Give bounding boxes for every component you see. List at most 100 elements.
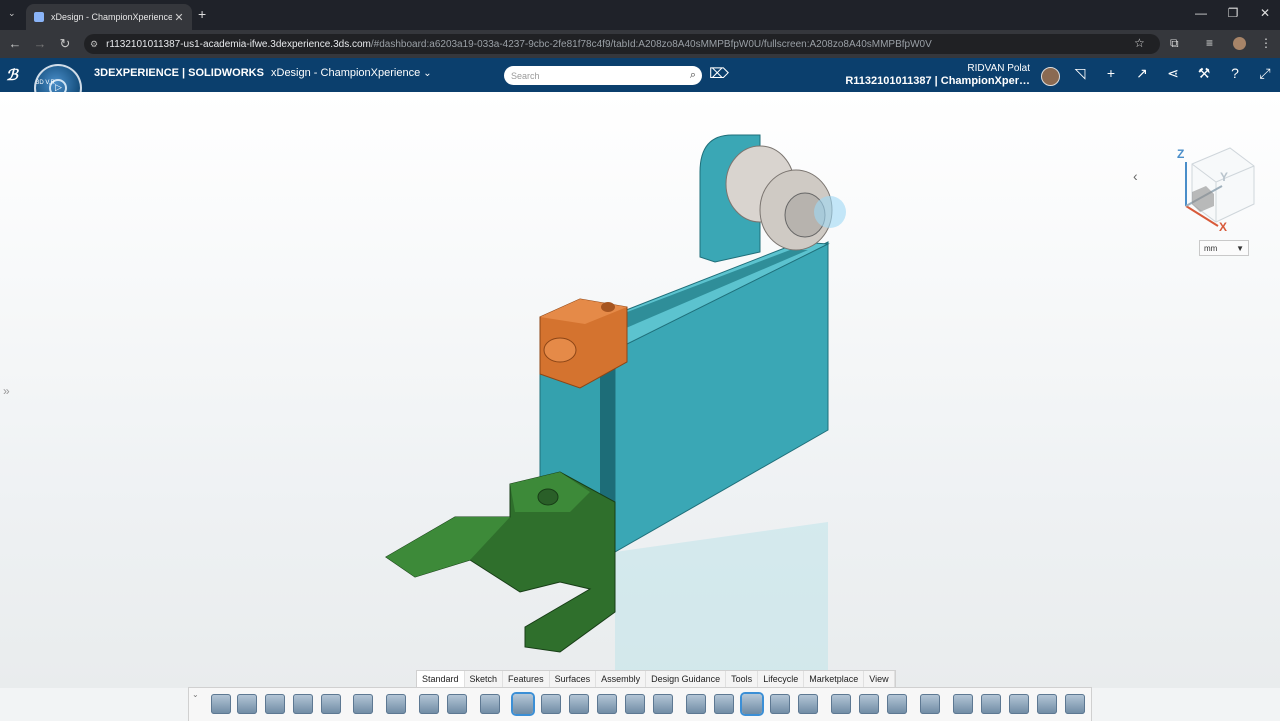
tab-sketch[interactable]: Sketch	[465, 671, 504, 688]
measure-icon[interactable]	[770, 694, 790, 714]
tab-features[interactable]: Features	[503, 671, 550, 688]
action-bar: ⌄	[188, 687, 1092, 721]
search-input[interactable]: Search ⌕	[504, 66, 702, 85]
side-panel-toggle-icon[interactable]: »	[3, 384, 10, 398]
tab-tools[interactable]: Tools	[726, 671, 759, 688]
message-icon[interactable]: ◹	[1069, 65, 1091, 82]
section-icon[interactable]	[859, 694, 879, 714]
base-hole	[537, 488, 559, 506]
tab-assembly[interactable]: Assembly	[596, 671, 647, 688]
undo-icon[interactable]	[419, 694, 439, 714]
close-tab-icon[interactable]: ✕	[172, 11, 186, 24]
clamp-bore	[601, 302, 615, 312]
tab-favicon-icon	[34, 12, 44, 22]
properties-icon[interactable]	[353, 694, 373, 714]
browser-tab[interactable]: xDesign - ChampionXperience ✕	[26, 4, 192, 30]
export-icon[interactable]	[920, 694, 940, 714]
app-title[interactable]: 3DEXPERIENCE | SOLIDWORKS xDesign - Cham…	[94, 67, 432, 79]
axis-x-label: X	[1219, 220, 1228, 234]
search-placeholder: Search	[511, 70, 540, 81]
tag-icon[interactable]: ⌦	[708, 65, 730, 82]
fix-icon[interactable]	[541, 694, 561, 714]
tenant-name: R1132101011387 | ChampionXper…	[845, 75, 1030, 87]
tab-search-icon[interactable]: ⌄	[8, 8, 16, 19]
media-icon[interactable]: ≡	[1206, 36, 1213, 50]
3d-model[interactable]	[0, 92, 1280, 688]
search-icon[interactable]: ⌕	[690, 69, 696, 82]
action-bar-tabs: Standard Sketch Features Surfaces Assemb…	[416, 670, 896, 688]
minimize-button[interactable]: —	[1186, 6, 1216, 20]
mate-icon[interactable]	[513, 694, 533, 714]
weld-icon[interactable]	[981, 694, 1001, 714]
tab-surfaces[interactable]: Surfaces	[550, 671, 597, 688]
model-reflection	[615, 522, 828, 688]
info-icon[interactable]	[887, 694, 907, 714]
user-avatar[interactable]	[1041, 67, 1060, 86]
brand-name: EXPERIENCE | SOLIDWORKS	[108, 67, 264, 79]
user-info[interactable]: RIDVAN Polat R1132101011387 | ChampionXp…	[845, 63, 1030, 87]
axis-z-label: Z	[1177, 147, 1185, 161]
interference-icon[interactable]	[686, 694, 706, 714]
tab-view[interactable]: View	[864, 671, 895, 688]
share-arrow-icon[interactable]: ↗	[1131, 65, 1153, 82]
save-icon[interactable]	[265, 694, 285, 714]
browser-menu-icon[interactable]: ⋮	[1260, 36, 1272, 50]
profile-avatar[interactable]	[1233, 37, 1246, 50]
tab-lifecycle[interactable]: Lifecycle	[758, 671, 805, 688]
refresh-icon[interactable]	[321, 694, 341, 714]
address-bar[interactable]: ⚙ r1132101011387-us1-academia-ifwe.3dexp…	[84, 34, 1160, 54]
move-icon[interactable]	[569, 694, 589, 714]
browser-tab-strip	[0, 0, 1280, 30]
mirror-icon[interactable]	[831, 694, 851, 714]
pattern-icon[interactable]	[597, 694, 617, 714]
extensions-icon[interactable]: ⧉	[1170, 36, 1179, 51]
restore-button[interactable]: ❐	[1218, 6, 1248, 20]
help-tool-icon[interactable]	[480, 694, 500, 714]
axis-y-label: Y	[1220, 170, 1229, 184]
forward-icon[interactable]: →	[31, 36, 49, 51]
site-info-icon[interactable]: ⚙	[90, 39, 98, 50]
ds-logo-icon[interactable]: ℬ	[6, 66, 18, 84]
insert-component-icon[interactable]	[237, 694, 257, 714]
frame-icon[interactable]	[953, 694, 973, 714]
insert-part-icon[interactable]	[211, 694, 231, 714]
url-host: r1132101011387-us1-academia-ifwe.3dexper…	[106, 38, 371, 50]
new-tab-button[interactable]: +	[198, 6, 206, 22]
explode-icon[interactable]	[653, 694, 673, 714]
reload-icon[interactable]: ↻	[56, 36, 74, 52]
compass-label: 3D V,R	[36, 80, 55, 86]
app-name: xDesign - ChampionXperience	[271, 67, 421, 79]
tab-standard[interactable]: Standard	[417, 671, 465, 688]
action-bar-collapse-icon[interactable]: ⌄	[192, 690, 199, 699]
bookmark-star-icon[interactable]: ☆	[1134, 36, 1145, 50]
add-icon[interactable]: +	[1100, 65, 1122, 81]
user-name: RIDVAN Polat	[967, 63, 1030, 74]
url-path: /#dashboard:a6203a19-033a-4237-9cbc-2fe8…	[370, 38, 932, 50]
back-icon[interactable]: ←	[6, 36, 24, 51]
save-as-icon[interactable]	[293, 694, 313, 714]
tab-marketplace[interactable]: Marketplace	[804, 671, 865, 688]
close-window-button[interactable]: ✕	[1250, 6, 1280, 20]
help-icon[interactable]: ?	[1224, 65, 1246, 81]
route-icon[interactable]	[1009, 694, 1029, 714]
settings-icon[interactable]	[386, 694, 406, 714]
attach-icon[interactable]	[714, 694, 734, 714]
brand-prefix: 3D	[94, 67, 109, 79]
link-icon[interactable]	[742, 694, 762, 714]
fullscreen-icon[interactable]: ⤢	[1254, 65, 1276, 82]
share-icon[interactable]: ⋖	[1162, 65, 1184, 82]
collapse-panel-icon[interactable]: ‹	[1133, 168, 1138, 184]
view-cube[interactable]	[1172, 146, 1256, 234]
align-icon[interactable]	[625, 694, 645, 714]
render-icon[interactable]	[1065, 694, 1085, 714]
chevron-down-icon: ⌄	[423, 68, 432, 79]
tools-icon[interactable]: ⚒	[1193, 65, 1215, 82]
unit-value: mm	[1204, 243, 1218, 253]
dropdown-arrow-icon: ▼	[1236, 243, 1244, 253]
unit-select[interactable]: mm ▼	[1199, 240, 1249, 256]
bom-icon[interactable]	[1037, 694, 1057, 714]
tab-title: xDesign - ChampionXperience	[51, 12, 172, 22]
redo-icon[interactable]	[447, 694, 467, 714]
replace-icon[interactable]	[798, 694, 818, 714]
tab-design-guidance[interactable]: Design Guidance	[646, 671, 727, 688]
